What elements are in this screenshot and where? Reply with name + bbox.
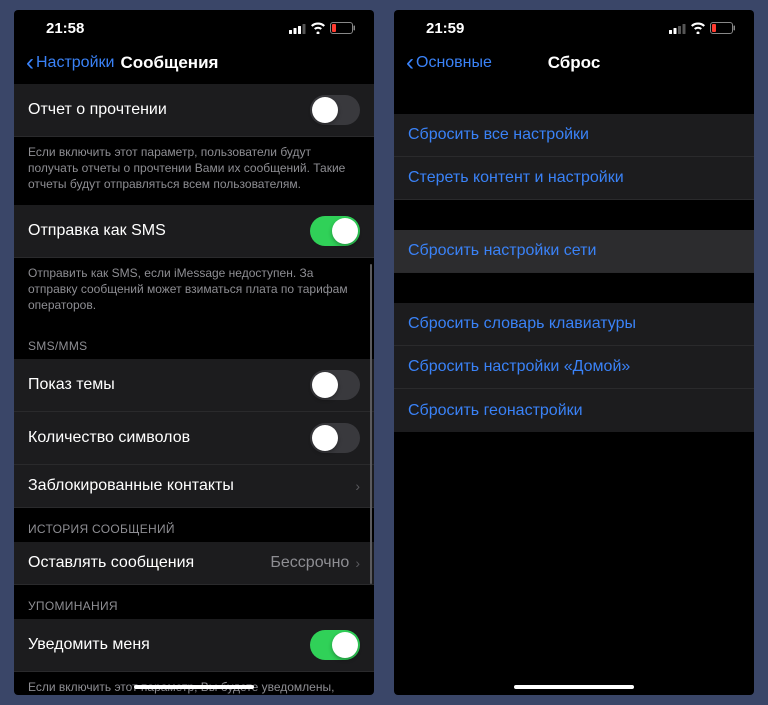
chevron-right-icon: › bbox=[355, 555, 360, 571]
back-button[interactable]: ‹ Основные bbox=[406, 51, 492, 75]
read-receipts-label: Отчет о прочтении bbox=[28, 101, 167, 119]
chevron-right-icon: › bbox=[355, 478, 360, 494]
phone-messages-settings: 21:58 ‹ Настройки Сообщения Отчет о проч… bbox=[14, 10, 374, 695]
char-count-row[interactable]: Количество символов bbox=[14, 412, 374, 465]
battery-icon bbox=[710, 22, 736, 34]
send-as-sms-label: Отправка как SMS bbox=[28, 222, 166, 240]
home-indicator[interactable] bbox=[514, 685, 634, 689]
reset-network-row[interactable]: Сбросить настройки сети bbox=[394, 230, 754, 273]
mentions-header: УПОМИНАНИЯ bbox=[14, 585, 374, 619]
signal-icon bbox=[289, 23, 306, 34]
wifi-icon bbox=[690, 22, 706, 34]
char-count-toggle[interactable] bbox=[310, 423, 360, 453]
show-subject-label: Показ темы bbox=[28, 376, 115, 394]
notify-me-label: Уведомить меня bbox=[28, 636, 150, 654]
sms-mms-header: SMS/MMS bbox=[14, 325, 374, 359]
reset-all-settings-label: Сбросить все настройки bbox=[408, 126, 589, 144]
notify-me-row[interactable]: Уведомить меня bbox=[14, 619, 374, 672]
reset-network-label: Сбросить настройки сети bbox=[408, 242, 596, 260]
reset-keyboard-label: Сбросить словарь клавиатуры bbox=[408, 315, 636, 333]
phone-reset-settings: 21:59 ‹ Основные Сброс Сбросить все наст… bbox=[394, 10, 754, 695]
status-bar: 21:58 bbox=[14, 10, 374, 42]
status-icons bbox=[669, 22, 736, 34]
reset-all-settings-row[interactable]: Сбросить все настройки bbox=[394, 114, 754, 157]
char-count-label: Количество символов bbox=[28, 429, 190, 447]
status-time: 21:59 bbox=[426, 20, 464, 37]
reset-home-row[interactable]: Сбросить настройки «Домой» bbox=[394, 346, 754, 389]
read-receipts-footer: Если включить этот параметр, пользовател… bbox=[14, 137, 374, 205]
status-time: 21:58 bbox=[46, 20, 84, 37]
battery-icon bbox=[330, 22, 356, 34]
keep-messages-row[interactable]: Оставлять сообщения Бессрочно › bbox=[14, 542, 374, 585]
send-as-sms-row[interactable]: Отправка как SMS bbox=[14, 205, 374, 258]
read-receipts-row[interactable]: Отчет о прочтении bbox=[14, 84, 374, 137]
back-label: Настройки bbox=[36, 54, 114, 72]
send-as-sms-footer: Отправить как SMS, если iMessage недосту… bbox=[14, 258, 374, 326]
status-icons bbox=[289, 22, 356, 34]
notify-me-footer: Если включить этот параметр, Вы будете у… bbox=[14, 672, 374, 695]
blocked-contacts-label: Заблокированные контакты bbox=[28, 477, 234, 495]
keep-messages-label: Оставлять сообщения bbox=[28, 554, 194, 572]
keep-messages-value: Бессрочно bbox=[270, 554, 349, 572]
erase-all-label: Стереть контент и настройки bbox=[408, 169, 624, 187]
show-subject-toggle[interactable] bbox=[310, 370, 360, 400]
chevron-left-icon: ‹ bbox=[26, 51, 34, 75]
signal-icon bbox=[669, 23, 686, 34]
content-reset: Сбросить все настройки Стереть контент и… bbox=[394, 84, 754, 695]
status-bar: 21:59 bbox=[394, 10, 754, 42]
scroll-indicator[interactable] bbox=[370, 264, 373, 584]
reset-location-label: Сбросить геонастройки bbox=[408, 402, 583, 420]
notify-me-toggle[interactable] bbox=[310, 630, 360, 660]
erase-all-row[interactable]: Стереть контент и настройки bbox=[394, 157, 754, 200]
send-as-sms-toggle[interactable] bbox=[310, 216, 360, 246]
reset-keyboard-row[interactable]: Сбросить словарь клавиатуры bbox=[394, 303, 754, 346]
show-subject-row[interactable]: Показ темы bbox=[14, 359, 374, 412]
reset-location-row[interactable]: Сбросить геонастройки bbox=[394, 389, 754, 432]
history-header: ИСТОРИЯ СООБЩЕНИЙ bbox=[14, 508, 374, 542]
content-messages: Отчет о прочтении Если включить этот пар… bbox=[14, 84, 374, 695]
reset-home-label: Сбросить настройки «Домой» bbox=[408, 358, 630, 376]
nav-bar: ‹ Настройки Сообщения bbox=[14, 42, 374, 84]
chevron-left-icon: ‹ bbox=[406, 51, 414, 75]
wifi-icon bbox=[310, 22, 326, 34]
back-button[interactable]: ‹ Настройки bbox=[26, 51, 114, 75]
page-title: Сообщения bbox=[120, 53, 218, 73]
back-label: Основные bbox=[416, 54, 492, 72]
nav-bar: ‹ Основные Сброс bbox=[394, 42, 754, 84]
home-indicator[interactable] bbox=[134, 685, 254, 689]
blocked-contacts-row[interactable]: Заблокированные контакты › bbox=[14, 465, 374, 508]
read-receipts-toggle[interactable] bbox=[310, 95, 360, 125]
